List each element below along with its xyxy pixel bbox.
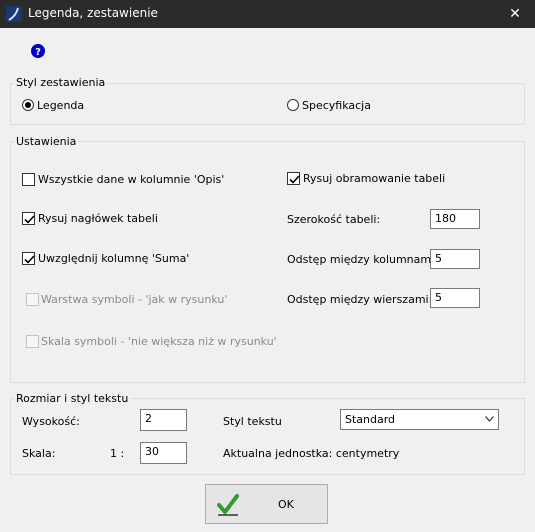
- uwzglednij-suma-checkbox[interactable]: [22, 252, 35, 265]
- skala-label: Skala:: [22, 447, 56, 460]
- legenda-label: Legenda: [37, 99, 85, 112]
- styl-zestawienia-legend: Styl zestawienia: [14, 76, 108, 89]
- close-icon: ✕: [509, 6, 521, 22]
- close-button[interactable]: ✕: [495, 0, 535, 28]
- skala-input[interactable]: 30: [140, 442, 187, 464]
- app-icon: [6, 6, 22, 22]
- uwzglednij-suma-label: Uwzględnij kolumnę 'Suma': [38, 252, 190, 265]
- help-glyph: ?: [35, 47, 41, 58]
- odstep-kolumny-input[interactable]: 5: [430, 249, 480, 269]
- warstwa-symboli-checkbox: [26, 293, 39, 306]
- styl-tekstu-value: Standard: [345, 413, 396, 426]
- wysokosc-label: Wysokość:: [22, 415, 80, 428]
- skala-prefix: 1 :: [110, 447, 125, 460]
- szerokosc-input[interactable]: 180: [430, 209, 480, 229]
- window-title: Legenda, zestawienie: [28, 6, 158, 20]
- checkmark-icon: [217, 494, 239, 516]
- odstep-wiersze-label: Odstęp między wierszami:: [287, 293, 433, 306]
- checkmark-icon: [24, 255, 35, 264]
- warstwa-symboli-label: Warstwa symboli - 'jak w rysunku': [41, 293, 228, 306]
- legenda-radio[interactable]: [22, 99, 34, 111]
- ok-label: OK: [278, 498, 294, 511]
- ustawienia-legend: Ustawienia: [14, 135, 79, 148]
- rysuj-obramowanie-label: Rysuj obramowanie tabeli: [303, 172, 446, 185]
- wysokosc-input[interactable]: 2: [140, 409, 187, 431]
- wszystkie-dane-label: Wszystkie dane w kolumnie 'Opis': [38, 173, 225, 186]
- rysuj-obramowanie-checkbox[interactable]: [287, 172, 300, 185]
- specyfikacja-label: Specyfikacja: [302, 99, 371, 112]
- rysuj-naglowek-checkbox[interactable]: [22, 212, 35, 225]
- rysuj-naglowek-label: Rysuj nagłówek tabeli: [38, 212, 158, 225]
- wszystkie-dane-checkbox[interactable]: [22, 173, 35, 186]
- rozmiar-legend: Rozmiar i styl tekstu: [14, 392, 131, 405]
- skala-symboli-checkbox: [26, 335, 39, 348]
- odstep-kolumny-label: Odstęp między kolumnami:: [287, 253, 438, 266]
- ok-button[interactable]: OK: [205, 484, 328, 524]
- odstep-wiersze-input[interactable]: 5: [430, 288, 480, 308]
- styl-zestawienia-group: [10, 83, 525, 125]
- jednostka-text: Aktualna jednostka: centymetry: [223, 447, 400, 460]
- checkmark-icon: [24, 215, 35, 224]
- help-icon[interactable]: ?: [31, 44, 45, 58]
- specyfikacja-radio[interactable]: [287, 99, 299, 111]
- title-bar: Legenda, zestawienie ✕: [0, 0, 535, 28]
- chevron-down-icon: [485, 416, 494, 422]
- skala-symboli-label: Skala symboli - 'nie większa niż w rysun…: [41, 335, 277, 348]
- szerokosc-label: Szerokość tabeli:: [287, 213, 381, 226]
- styl-tekstu-select[interactable]: Standard: [340, 409, 499, 430]
- styl-tekstu-label: Styl tekstu: [223, 415, 282, 428]
- checkmark-icon: [289, 175, 300, 184]
